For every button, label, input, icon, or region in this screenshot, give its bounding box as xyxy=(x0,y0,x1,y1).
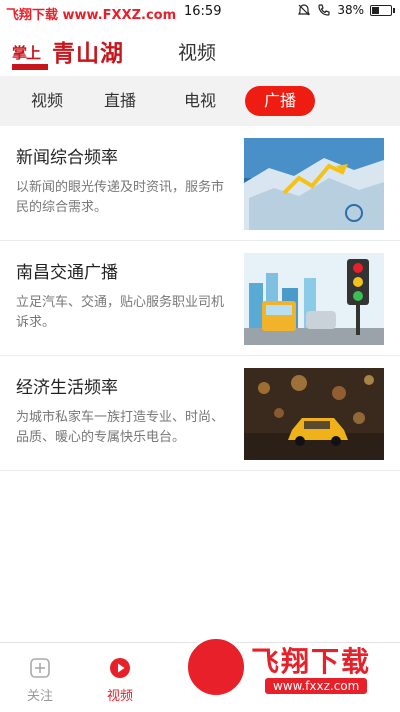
watermark-logo-icon xyxy=(185,636,247,698)
alarm-off-icon xyxy=(298,4,311,16)
app-logo: 掌上 青山湖 xyxy=(12,34,124,70)
watermark-url: www.fxxz.com xyxy=(265,678,368,694)
list-item[interactable]: 新闻综合频率 以新闻的眼光传递及时资讯，服务市民的综合需求。 xyxy=(0,126,400,241)
status-icons: 38% xyxy=(297,3,395,17)
channel-list: 新闻综合频率 以新闻的眼光传递及时资讯，服务市民的综合需求。 南昌交通广播 立足… xyxy=(0,126,400,471)
tab-video[interactable]: 视频 xyxy=(12,86,82,116)
channel-title: 南昌交通广播 xyxy=(16,263,118,283)
battery-level xyxy=(372,6,379,14)
play-icon xyxy=(110,658,130,678)
status-watermark: 飞翔下载 www.FXXZ.com xyxy=(6,8,177,23)
channel-thumbnail xyxy=(244,253,384,345)
channel-desc: 为城市私家车一族打造专业、时尚、品质、暖心的专属快乐电台。 xyxy=(16,410,225,445)
nav-video[interactable]: 视频 xyxy=(90,657,150,704)
page-title: 视频 xyxy=(178,42,217,64)
tab-tv[interactable]: 电视 xyxy=(165,86,235,116)
logo-underline xyxy=(12,64,48,70)
tab-live[interactable]: 直播 xyxy=(85,86,155,116)
watermark-badge: 飞翔下载 www.fxxz.com xyxy=(185,636,385,706)
nav-follow-label: 关注 xyxy=(26,689,53,704)
battery-icon xyxy=(370,4,395,16)
nav-follow[interactable]: 关注 xyxy=(10,657,70,704)
logo-small-mark: 掌上 xyxy=(12,42,48,70)
channel-desc: 立足汽车、交通，贴心服务职业司机诉求。 xyxy=(16,295,225,330)
logo-text: 青山湖 xyxy=(52,40,124,67)
list-item[interactable]: 南昌交通广播 立足汽车、交通，贴心服务职业司机诉求。 xyxy=(0,241,400,356)
category-tabs: 视频 直播 电视 广播 xyxy=(0,76,400,126)
channel-title: 新闻综合频率 xyxy=(16,148,118,168)
tab-radio[interactable]: 广播 xyxy=(245,86,315,116)
logo-small-text: 掌上 xyxy=(12,44,41,62)
status-bar: 飞翔下载 www.FXXZ.com 16:59 38% xyxy=(0,0,400,28)
nav-video-label: 视频 xyxy=(106,689,133,704)
channel-desc: 以新闻的眼光传递及时资讯，服务市民的综合需求。 xyxy=(16,180,225,215)
call-icon xyxy=(318,4,330,16)
channel-thumbnail xyxy=(244,368,384,460)
battery-percent: 38% xyxy=(337,3,364,17)
app-header: 掌上 青山湖 视频 xyxy=(0,28,400,76)
channel-thumbnail xyxy=(244,138,384,230)
channel-title: 经济生活频率 xyxy=(16,378,118,398)
watermark-text: 飞翔下载 xyxy=(251,645,372,678)
status-time: 16:59 xyxy=(184,4,222,19)
follow-icon xyxy=(30,658,50,678)
list-item[interactable]: 经济生活频率 为城市私家车一族打造专业、时尚、品质、暖心的专属快乐电台。 xyxy=(0,356,400,471)
